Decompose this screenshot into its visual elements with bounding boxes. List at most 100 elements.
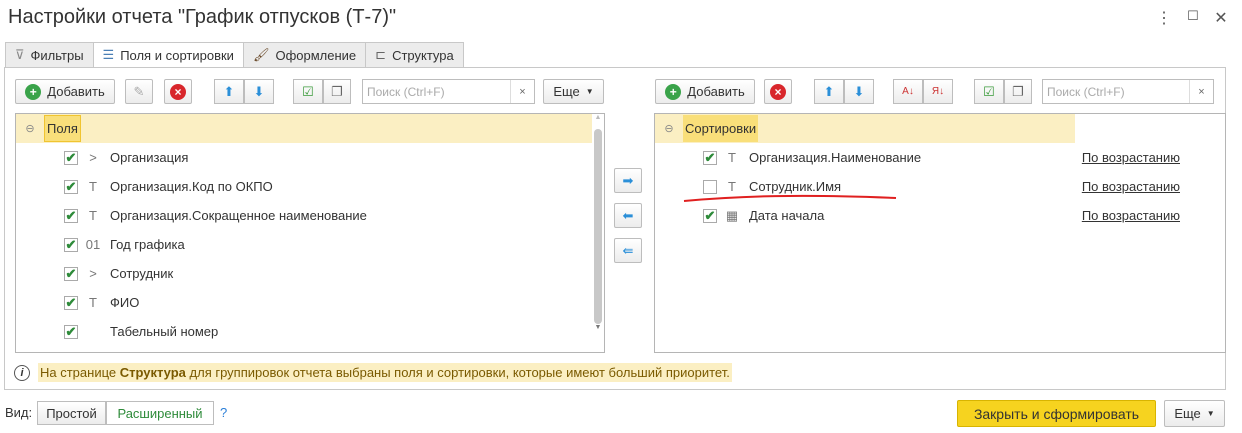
double-arrow-left-icon: ⇚	[622, 242, 634, 258]
field-type-icon: T	[89, 208, 97, 223]
field-row[interactable]: ✔ > Сотрудник	[16, 259, 604, 288]
left-search-input[interactable]: Поиск (Ctrl+F) ×	[362, 79, 535, 104]
tab-label: Фильтры	[30, 47, 84, 63]
search-placeholder: Поиск (Ctrl+F)	[1047, 84, 1125, 99]
check-all-icon: ☑	[983, 83, 995, 99]
field-label: ФИО	[110, 295, 140, 310]
sort-down-button[interactable]: ⬇	[844, 79, 874, 104]
checkbox[interactable]: ✔	[64, 324, 78, 339]
close-and-generate-button[interactable]: Закрыть и сформировать	[957, 400, 1156, 427]
collapse-icon[interactable]: ⊖	[16, 122, 44, 135]
structure-icon: ⊏	[375, 47, 387, 62]
sort-order-link[interactable]: По возрастанию	[1082, 179, 1180, 194]
uncheck-all-icon: ❐	[331, 83, 343, 99]
fields-tree: ⊖ Поля ✔ > Организация ✔ T Организация.Ко…	[15, 113, 605, 353]
add-sort-button[interactable]: + Добавить	[655, 79, 755, 104]
move-left-button[interactable]: ⬅	[614, 203, 642, 228]
arrow-left-icon: ⬅	[622, 207, 634, 223]
sort-order-link[interactable]: По возрастанию	[1082, 150, 1180, 165]
field-label: Табельный номер	[110, 324, 219, 339]
checkbox[interactable]: ✔	[64, 150, 78, 165]
info-message: i На странице Структура для группировок …	[14, 363, 732, 382]
checkbox[interactable]: ✔	[64, 179, 78, 194]
tree-root-sorting[interactable]: ⊖ Сортировки	[655, 114, 1075, 143]
more-button[interactable]: Еще ▼	[543, 79, 604, 104]
field-row[interactable]: ✔ Табельный номер	[16, 317, 604, 346]
right-search-input[interactable]: Поиск (Ctrl+F) ×	[1042, 79, 1214, 104]
more-label: Еще	[553, 84, 580, 99]
add-field-button[interactable]: + Добавить	[15, 79, 115, 104]
scrollbar[interactable]: ▲ ▼	[592, 114, 604, 352]
move-right-button[interactable]: ➡	[614, 168, 642, 193]
clear-search-button[interactable]: ×	[510, 80, 534, 103]
help-link[interactable]: ?	[220, 405, 227, 420]
move-up-button[interactable]: ⬆	[214, 79, 244, 104]
check-all-button[interactable]: ☑	[293, 79, 323, 104]
tab-appearance[interactable]: 🖌 Оформление	[242, 42, 367, 68]
text-type-icon: T	[728, 150, 736, 165]
uncheck-all-button[interactable]: ❐	[323, 79, 351, 104]
checkbox[interactable]: ✔	[64, 237, 78, 252]
more-menu-icon[interactable]: ⋮	[1154, 8, 1174, 28]
field-row[interactable]: ✔ T Организация.Код по ОКПО	[16, 172, 604, 201]
tab-fields-sorting[interactable]: ☰ Поля и сортировки	[92, 42, 244, 68]
edit-button[interactable]: ✎	[125, 79, 153, 104]
submit-label: Закрыть и сформировать	[973, 405, 1140, 422]
sort-up-button[interactable]: ⬆	[814, 79, 844, 104]
checkbox[interactable]: ✔	[703, 150, 717, 165]
root-label: Сортировки	[683, 115, 759, 142]
maximize-icon[interactable]: ☐	[1183, 8, 1203, 24]
scrollbar-thumb[interactable]	[594, 129, 602, 324]
move-down-button[interactable]: ⬇	[244, 79, 274, 104]
uncheck-all-button[interactable]: ❐	[1004, 79, 1032, 104]
field-type-icon: >	[89, 150, 97, 165]
close-icon[interactable]: ✕	[1211, 8, 1231, 28]
checkbox[interactable]: ✔	[64, 295, 78, 310]
field-row[interactable]: ✔ T Организация.Сокращенное наименование	[16, 201, 604, 230]
delete-icon: ×	[770, 83, 786, 100]
plus-icon: +	[25, 83, 42, 100]
collapse-icon[interactable]: ⊖	[655, 122, 683, 135]
field-type-icon: >	[89, 266, 97, 281]
tab-bar: ⊽ Фильтры ☰ Поля и сортировки 🖌 Оформление …	[5, 42, 464, 68]
sort-field-label: Организация.Наименование	[749, 150, 922, 165]
arrow-right-icon: ➡	[622, 172, 634, 188]
tree-root-fields[interactable]: ⊖ Поля	[16, 114, 592, 143]
sort-order-link[interactable]: По возрастанию	[1082, 208, 1180, 223]
tab-structure[interactable]: ⊏ Структура	[365, 42, 464, 68]
chevron-down-icon: ▼	[1206, 409, 1215, 418]
field-row[interactable]: ✔ > Организация	[16, 143, 604, 172]
move-all-left-button[interactable]: ⇚	[614, 238, 642, 263]
tab-filters[interactable]: ⊽ Фильтры	[5, 42, 94, 68]
checkbox[interactable]: ✔	[703, 208, 717, 223]
plus-icon: +	[665, 83, 682, 100]
field-type-icon: 01	[85, 237, 101, 252]
window-title: Настройки отчета "График отпусков (Т-7)"	[8, 6, 397, 28]
delete-button[interactable]: ×	[164, 79, 192, 104]
checkbox[interactable]: ✔	[64, 266, 78, 281]
field-label: Сотрудник	[110, 266, 174, 281]
checkbox[interactable]: ✔	[64, 208, 78, 223]
simple-label: Простой	[46, 405, 97, 421]
calendar-icon: ▦	[725, 207, 739, 223]
tab-label: Поля и сортировки	[120, 47, 234, 63]
view-label: Вид:	[5, 405, 33, 420]
sort-row[interactable]: ✔ T Организация.Наименование По возраста…	[655, 143, 1225, 172]
sort-descending-button[interactable]: Я↓	[923, 79, 953, 104]
view-extended-button[interactable]: Расширенный	[106, 401, 214, 425]
footer-more-button[interactable]: Еще ▼	[1164, 400, 1225, 427]
check-all-button[interactable]: ☑	[974, 79, 1004, 104]
clear-search-button[interactable]: ×	[1189, 80, 1213, 103]
field-row[interactable]: ✔ T ФИО	[16, 288, 604, 317]
fields-icon: ☰	[102, 47, 115, 62]
field-label: Организация	[110, 150, 189, 165]
field-label: Организация.Сокращенное наименование	[110, 208, 367, 223]
view-simple-button[interactable]: Простой	[37, 401, 106, 425]
sort-ascending-button[interactable]: А↓	[893, 79, 923, 104]
delete-sort-button[interactable]: ×	[764, 79, 792, 104]
add-label: Добавить	[47, 84, 105, 99]
root-label: Поля	[44, 115, 81, 142]
more-label: Еще	[1174, 406, 1201, 421]
field-row[interactable]: ✔ 01 Год графика	[16, 230, 604, 259]
extended-label: Расширенный	[117, 405, 203, 421]
